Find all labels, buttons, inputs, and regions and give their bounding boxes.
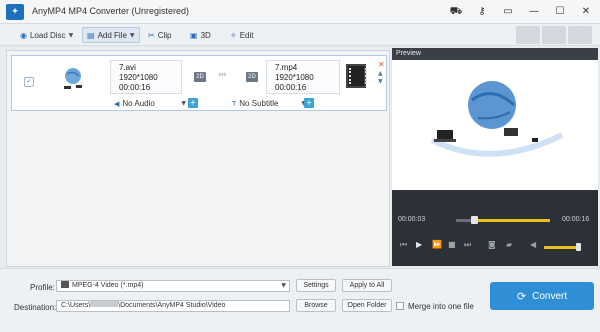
add-subtitle-icon[interactable]: + — [304, 98, 314, 108]
chevron-down-icon: ▼ — [281, 282, 286, 289]
3d-label: 3D — [200, 30, 211, 40]
destination-path-start: C:\Users\ — [61, 302, 91, 309]
fast-forward-icon[interactable]: ⏩ — [432, 240, 442, 249]
load-disc-label: Load Disc — [29, 30, 66, 40]
clip-button[interactable]: ✂ Clip — [144, 27, 175, 43]
file-row[interactable]: ✓ 7.avi 1920*1080 00:00:16 2D ››› 2D 7.m… — [11, 55, 387, 111]
load-disc-button[interactable]: ◉ Load Disc ▼ — [16, 27, 77, 43]
convert-arrows-icon: ››› — [218, 70, 227, 80]
maximize-button[interactable]: ☐ — [552, 4, 568, 20]
3d-button[interactable]: ▣ 3D — [186, 27, 215, 43]
video-thumbnail — [64, 68, 82, 89]
file-checkbox[interactable]: ✓ — [24, 77, 34, 87]
edit-icon: ✧ — [230, 30, 237, 40]
add-file-label: Add File — [97, 30, 127, 40]
skip-back-icon[interactable]: ⏮ — [400, 240, 407, 250]
redacted-username — [90, 301, 119, 307]
convert-button[interactable]: ⟳ Convert — [490, 282, 594, 310]
total-time: 00:00:16 — [562, 216, 590, 223]
clip-label: Clip — [157, 30, 172, 40]
scissors-icon: ✂ — [148, 30, 155, 40]
window-title: AnyMP4 MP4 Converter (Unregistered) — [32, 6, 190, 16]
settings-button[interactable]: Settings — [296, 279, 336, 292]
add-file-button[interactable]: ▤ Add File ▼ — [82, 27, 140, 43]
remove-file-icon[interactable]: ✕ — [378, 60, 385, 69]
chevron-down-icon: ▼ — [181, 100, 186, 107]
destination-input[interactable]: C:\Users\ \Documents\AnyMP4 Studio\Video — [56, 300, 290, 312]
minimize-button[interactable]: — — [526, 4, 542, 20]
output-settings: Profile: MPEG-4 Video (*.mp4) ▼ Settings… — [0, 268, 600, 332]
source-2d-badge: 2D — [194, 72, 206, 82]
open-folder-button[interactable]: Open Folder — [342, 299, 392, 312]
snapshot-icon[interactable]: ◙ — [488, 240, 496, 249]
speaker-icon: ◀ — [114, 99, 120, 108]
subtitle-select[interactable]: T No Subtitle ▼ — [232, 98, 306, 109]
edit-label: Edit — [239, 30, 254, 40]
current-time: 00:00:03 — [398, 216, 426, 223]
close-button[interactable]: ✕ — [578, 4, 594, 20]
output-duration: 00:00:16 — [275, 83, 307, 92]
chevron-down-icon: ▼ — [68, 31, 74, 39]
disc-icon: ◉ — [20, 30, 27, 40]
cart-icon[interactable]: ⛟ — [448, 4, 464, 20]
file-list: ✓ 7.avi 1920*1080 00:00:16 2D ››› 2D 7.m… — [6, 50, 390, 267]
source-resolution: 1920*1080 — [119, 73, 158, 82]
title-bar: ✦ AnyMP4 MP4 Converter (Unregistered) ⛟ … — [0, 0, 600, 24]
toolbar: ◉ Load Disc ▼ ▤ Add File ▼ ✂ Clip ▣ 3D ✧… — [0, 24, 600, 46]
output-info: 7.mp4 1920*1080 00:00:16 — [266, 60, 340, 94]
profile-value: MPEG-4 Video (*.mp4) — [72, 282, 144, 289]
seek-progress — [474, 219, 550, 222]
merge-tool-button[interactable] — [516, 26, 540, 44]
rename-tool-button[interactable] — [542, 26, 566, 44]
video-format-icon — [61, 281, 69, 288]
destination-path-end: \Documents\AnyMP4 Studio\Video — [118, 302, 226, 309]
edit-button[interactable]: ✧ Edit — [226, 27, 258, 43]
film-icon[interactable] — [346, 64, 367, 88]
profile-label: Profile: — [30, 283, 55, 292]
subtitle-value: No Subtitle — [239, 99, 279, 108]
browse-button[interactable]: Browse — [296, 299, 336, 312]
skip-forward-icon[interactable]: ⏭ — [464, 240, 471, 250]
output-2d-badge: 2D — [246, 72, 258, 82]
preview-screen — [392, 60, 598, 190]
volume-slider[interactable] — [544, 246, 578, 249]
destination-label: Destination: — [14, 303, 57, 312]
profile-select[interactable]: MPEG-4 Video (*.mp4) ▼ — [56, 280, 290, 292]
stop-icon[interactable]: ■ — [448, 240, 456, 249]
chevron-down-icon: ▼ — [129, 31, 135, 39]
remove-tool-button[interactable] — [568, 26, 592, 44]
apply-to-all-button[interactable]: Apply to All — [342, 279, 392, 292]
volume-icon[interactable]: ◀ — [530, 240, 536, 249]
merge-checkbox[interactable] — [396, 302, 404, 310]
key-icon[interactable]: ⚷ — [474, 4, 490, 20]
add-audio-icon[interactable]: + — [188, 98, 198, 108]
output-filename: 7.mp4 — [275, 63, 298, 72]
source-duration: 00:00:16 — [119, 83, 151, 92]
move-down-icon[interactable]: ▼ — [378, 78, 383, 85]
volume-handle[interactable] — [576, 243, 581, 251]
add-file-icon: ▤ — [87, 30, 95, 40]
convert-label: Convert — [532, 290, 568, 302]
convert-icon: ⟳ — [516, 289, 527, 303]
preview-label: Preview — [392, 48, 598, 60]
text-icon: T — [232, 99, 237, 108]
play-icon[interactable]: ▶ — [416, 240, 422, 249]
feedback-icon[interactable]: ▭ — [500, 4, 516, 20]
merge-label: Merge into one file — [408, 302, 474, 311]
source-info: 7.avi 1920*1080 00:00:16 — [110, 60, 182, 94]
audio-track-value: No Audio — [122, 99, 155, 108]
3d-icon: ▣ — [190, 30, 198, 40]
move-up-icon[interactable]: ▲ — [378, 70, 383, 77]
preview-panel: Preview 00:00:03 00:00:16 ⏮ ▶ ⏩ ■ ⏭ ◙ ▰ … — [392, 48, 598, 266]
output-resolution: 1920*1080 — [275, 73, 314, 82]
app-logo-icon: ✦ — [6, 4, 24, 20]
source-filename: 7.avi — [119, 63, 136, 72]
folder-icon[interactable]: ▰ — [506, 240, 512, 249]
seek-handle[interactable] — [471, 216, 478, 224]
audio-track-select[interactable]: ◀ No Audio ▼ — [114, 98, 186, 109]
